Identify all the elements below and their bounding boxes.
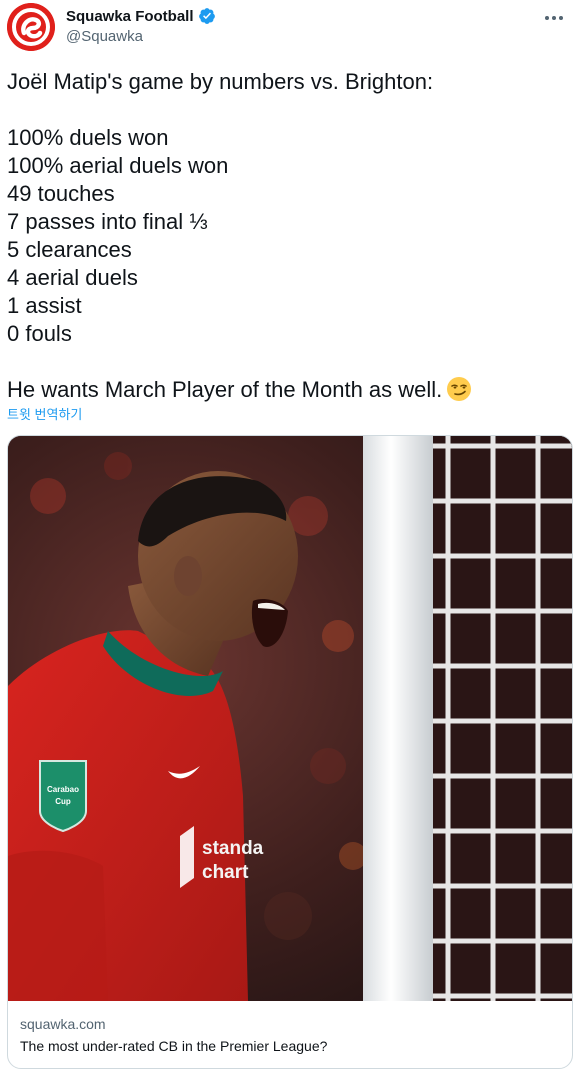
- stat-line: 49 touches: [7, 181, 115, 206]
- card-image: Carabao Cup standa chart: [8, 436, 572, 1001]
- tweet-body: Joël Matip's game by numbers vs. Brighto…: [7, 68, 567, 404]
- tweet-headline: Joël Matip's game by numbers vs. Brighto…: [7, 69, 434, 94]
- card-domain: squawka.com: [20, 1016, 106, 1032]
- verified-badge-icon: [198, 7, 216, 25]
- display-name-row: Squawka Football: [66, 6, 216, 26]
- squawka-logo-icon: [7, 3, 55, 51]
- stat-line: 5 clearances: [7, 237, 132, 262]
- profile-avatar[interactable]: [7, 3, 55, 51]
- carabao-cup-badge-icon: Carabao Cup: [39, 760, 87, 833]
- stat-line: 0 fouls: [7, 321, 72, 346]
- stat-line: 100% aerial duels won: [7, 153, 229, 178]
- closing-line: He wants March Player of the Month as we…: [7, 376, 567, 404]
- author-name-block: Squawka Football @Squawka: [66, 6, 216, 45]
- liverpool-player-celebrating-photo: Carabao Cup standa chart: [8, 436, 572, 1001]
- stat-line: 100% duels won: [7, 125, 169, 150]
- smirking-face-emoji-icon: [446, 376, 472, 402]
- stat-line: 1 assist: [7, 293, 82, 318]
- tweet-header: Squawka Football @Squawka: [0, 0, 580, 58]
- link-preview-card[interactable]: Carabao Cup standa chart squawka.com The…: [7, 435, 573, 1069]
- card-meta: squawka.com The most under-rated CB in t…: [20, 1015, 560, 1055]
- stat-line: 7 passes into final ⅓: [7, 209, 208, 234]
- svg-text:Carabao: Carabao: [47, 785, 79, 794]
- card-title: The most under-rated CB in the Premier L…: [20, 1038, 328, 1054]
- closing-text: He wants March Player of the Month as we…: [7, 377, 443, 402]
- svg-text:chart: chart: [202, 862, 249, 883]
- translate-tweet-link[interactable]: 트윗 번역하기: [7, 404, 82, 423]
- user-handle[interactable]: @Squawka: [66, 28, 216, 45]
- stat-line: 4 aerial duels: [7, 265, 138, 290]
- svg-text:standa: standa: [202, 838, 264, 859]
- more-horizontal-icon[interactable]: [542, 8, 566, 28]
- svg-text:Cup: Cup: [55, 797, 71, 806]
- display-name[interactable]: Squawka Football: [66, 8, 194, 25]
